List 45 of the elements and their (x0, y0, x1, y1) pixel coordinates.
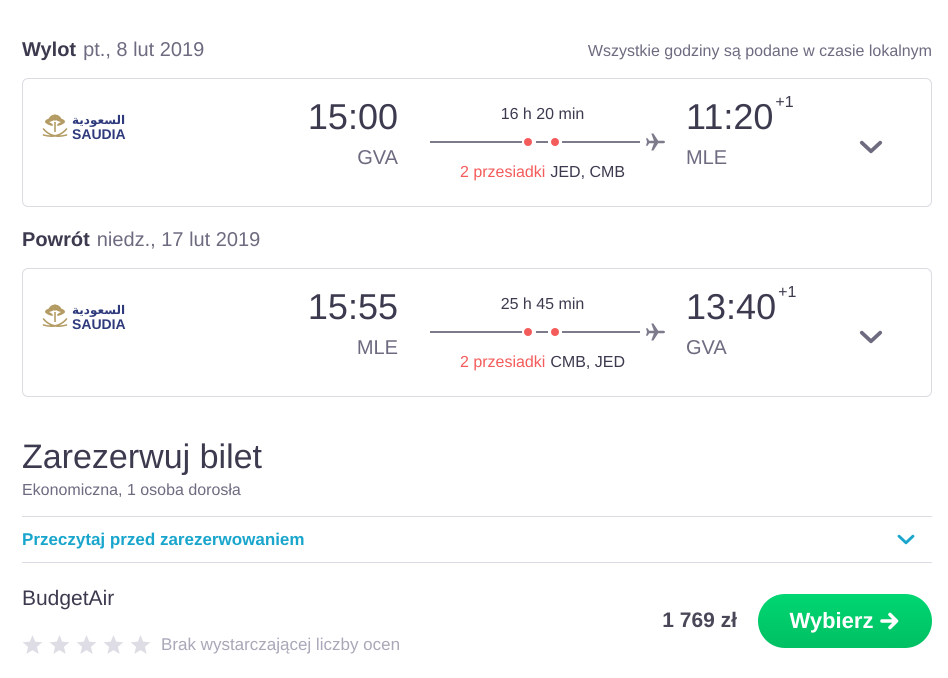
leg-label: Powrót (22, 228, 90, 253)
arrival-time: 13:40 (686, 287, 776, 327)
stop-airports: JED, CMB (550, 163, 626, 183)
arrival-airport: GVA (686, 336, 727, 360)
booking-title: Zarezerwuj bilet (22, 437, 262, 477)
airline-name: SAUDIA (72, 317, 126, 331)
timezone-note: Wszystkie godziny są podane w czasie lokalnym (588, 42, 932, 62)
star-icon (130, 635, 151, 655)
star-icon (76, 635, 97, 655)
arrow-right-icon (880, 612, 900, 630)
plane-icon (646, 133, 665, 151)
flight-duration: 16 h 20 min (500, 105, 584, 125)
day-offset: +1 (775, 94, 794, 112)
provider-name: BudgetAir (22, 587, 114, 611)
star-icon (49, 635, 70, 655)
star-icon (22, 635, 43, 655)
airline-name: SAUDIA (72, 127, 126, 141)
departure-time: 15:55 (308, 287, 398, 327)
price: 1 769 zł (662, 609, 737, 633)
airline-arabic-name: السعودية (72, 113, 126, 127)
booking-subtitle: Ekonomiczna, 1 osoba dorosła (22, 481, 241, 501)
stop-airports: CMB, JED (550, 353, 626, 373)
departure-time: 15:00 (308, 97, 398, 137)
palm-emblem-icon (42, 114, 68, 140)
palm-emblem-icon (42, 304, 68, 330)
read-before-booking-link[interactable]: Przeczytaj przed zarezerwowaniem (22, 528, 305, 550)
leg-date: niedz., 17 lut 2019 (96, 228, 260, 253)
stop-count: 2 przesiadki (460, 163, 546, 183)
departure-airport: GVA (357, 146, 398, 170)
arrival-airport: MLE (686, 146, 728, 170)
leg-date: pt., 8 lut 2019 (83, 38, 204, 63)
rating-text: Brak wystarczającej liczby ocen (161, 635, 400, 655)
star-icon (103, 635, 124, 655)
expand-chevron-button[interactable] (859, 330, 883, 344)
stop-count: 2 przesiadki (460, 353, 546, 373)
airline-arabic-name: السعودية (72, 303, 126, 317)
notice-chevron-button[interactable] (897, 534, 915, 545)
departure-airport: MLE (356, 336, 398, 360)
arrival-time: 11:20 (686, 97, 774, 137)
select-button[interactable]: Wybierz (758, 594, 932, 648)
expand-chevron-button[interactable] (859, 140, 883, 154)
day-offset: +1 (778, 284, 796, 302)
plane-icon (646, 323, 665, 341)
flight-duration: 25 h 45 min (500, 295, 584, 315)
leg-label: Wylot (22, 38, 76, 63)
